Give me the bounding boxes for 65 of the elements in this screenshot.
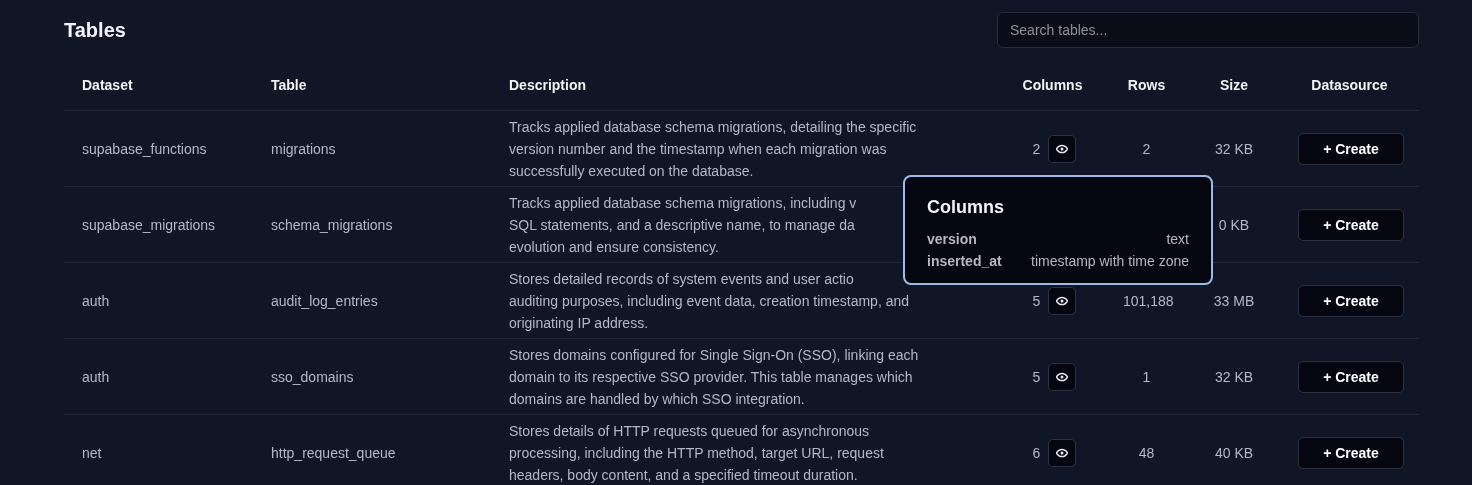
description-line: processing, including the HTTP method, target URL, request — [509, 444, 884, 461]
create-button[interactable]: + Create — [1298, 436, 1404, 469]
size-cell: 33 MB — [1213, 292, 1255, 309]
create-button[interactable]: + Create — [1298, 208, 1404, 241]
description-line: Stores details of HTTP requests queued for asynchronous — [509, 422, 870, 439]
column-header: Description — [509, 77, 586, 93]
size-cell: 32 KB — [1214, 140, 1254, 157]
description-line: originating IP address. — [509, 314, 649, 331]
description-line: SQL statements, and a descriptive name, to manage da — [509, 216, 855, 233]
column-header: Size — [1220, 77, 1248, 93]
view-columns-button[interactable] — [1048, 362, 1077, 391]
description-line: domain to its respective SSO provider. This table manages which — [509, 368, 913, 385]
view-columns-button[interactable] — [1048, 134, 1077, 163]
page-title: Tables — [64, 18, 126, 42]
column-count: 5 — [1032, 368, 1041, 385]
description-line: successfully executed on the database. — [509, 162, 754, 179]
description-line: Tracks applied database schema migrations, detailing the specific — [509, 118, 917, 135]
column-header: Dataset — [82, 77, 133, 93]
column-header: Datasource — [1311, 77, 1388, 93]
eye-icon — [1056, 294, 1069, 307]
tooltip-title: Columns — [927, 197, 1005, 218]
row-count: 2 — [1142, 140, 1151, 157]
description-line: headers, body content, and a specified timeout duration. — [509, 466, 858, 483]
size-cell: 32 KB — [1214, 368, 1254, 385]
column-count: 5 — [1032, 292, 1041, 309]
row-count: 48 — [1138, 444, 1155, 461]
size-cell: 0 KB — [1218, 216, 1250, 233]
description-line: evolution and ensure consistency. — [509, 238, 719, 255]
column-count: 6 — [1032, 444, 1041, 461]
dataset-cell: supabase_functions — [82, 140, 207, 157]
dataset-cell: net — [82, 444, 102, 461]
row-count: 101,188 — [1123, 292, 1174, 309]
view-columns-button[interactable] — [1048, 286, 1077, 315]
column-type: timestamp with time zone — [1031, 252, 1189, 271]
table-name-cell: audit_log_entries — [271, 292, 378, 309]
table-name-cell: http_request_queue — [271, 444, 396, 461]
description-line: version number and the timestamp when each migration was — [509, 140, 887, 157]
eye-icon — [1056, 446, 1069, 459]
column-header: Columns — [1022, 77, 1083, 93]
dataset-cell: supabase_migrations — [82, 216, 216, 233]
create-button[interactable]: + Create — [1298, 284, 1404, 317]
search-field[interactable]: Search tables... — [997, 12, 1419, 48]
column-name: version — [927, 230, 977, 249]
column-count: 2 — [1032, 140, 1041, 157]
create-button[interactable]: + Create — [1298, 360, 1404, 393]
column-name: inserted_at — [927, 252, 1002, 271]
size-cell: 40 KB — [1214, 444, 1254, 461]
table-name-cell: migrations — [271, 140, 336, 157]
column-header: Table — [271, 77, 307, 93]
description-line: auditing purposes, including event data, creation timestamp, and — [509, 292, 910, 309]
create-button[interactable]: + Create — [1298, 132, 1404, 165]
column-header: Rows — [1127, 77, 1166, 93]
view-columns-button[interactable] — [1048, 438, 1077, 467]
description-line: Stores domains configured for Single Sign-On (SSO), linking each — [509, 346, 919, 363]
dataset-cell: auth — [82, 368, 110, 385]
table-name-cell: schema_migrations — [271, 216, 393, 233]
description-line: domains are handled by which SSO integration. — [509, 390, 805, 407]
description-line: Tracks applied database schema migrations, including v — [509, 194, 857, 211]
column-type: text — [1166, 230, 1189, 249]
eye-icon — [1056, 370, 1069, 383]
eye-icon — [1056, 142, 1069, 155]
table-name-cell: sso_domains — [271, 368, 354, 385]
row-count: 1 — [1142, 368, 1151, 385]
dataset-cell: auth — [82, 292, 110, 309]
description-line: Stores detailed records of system events and user actio — [509, 270, 854, 287]
